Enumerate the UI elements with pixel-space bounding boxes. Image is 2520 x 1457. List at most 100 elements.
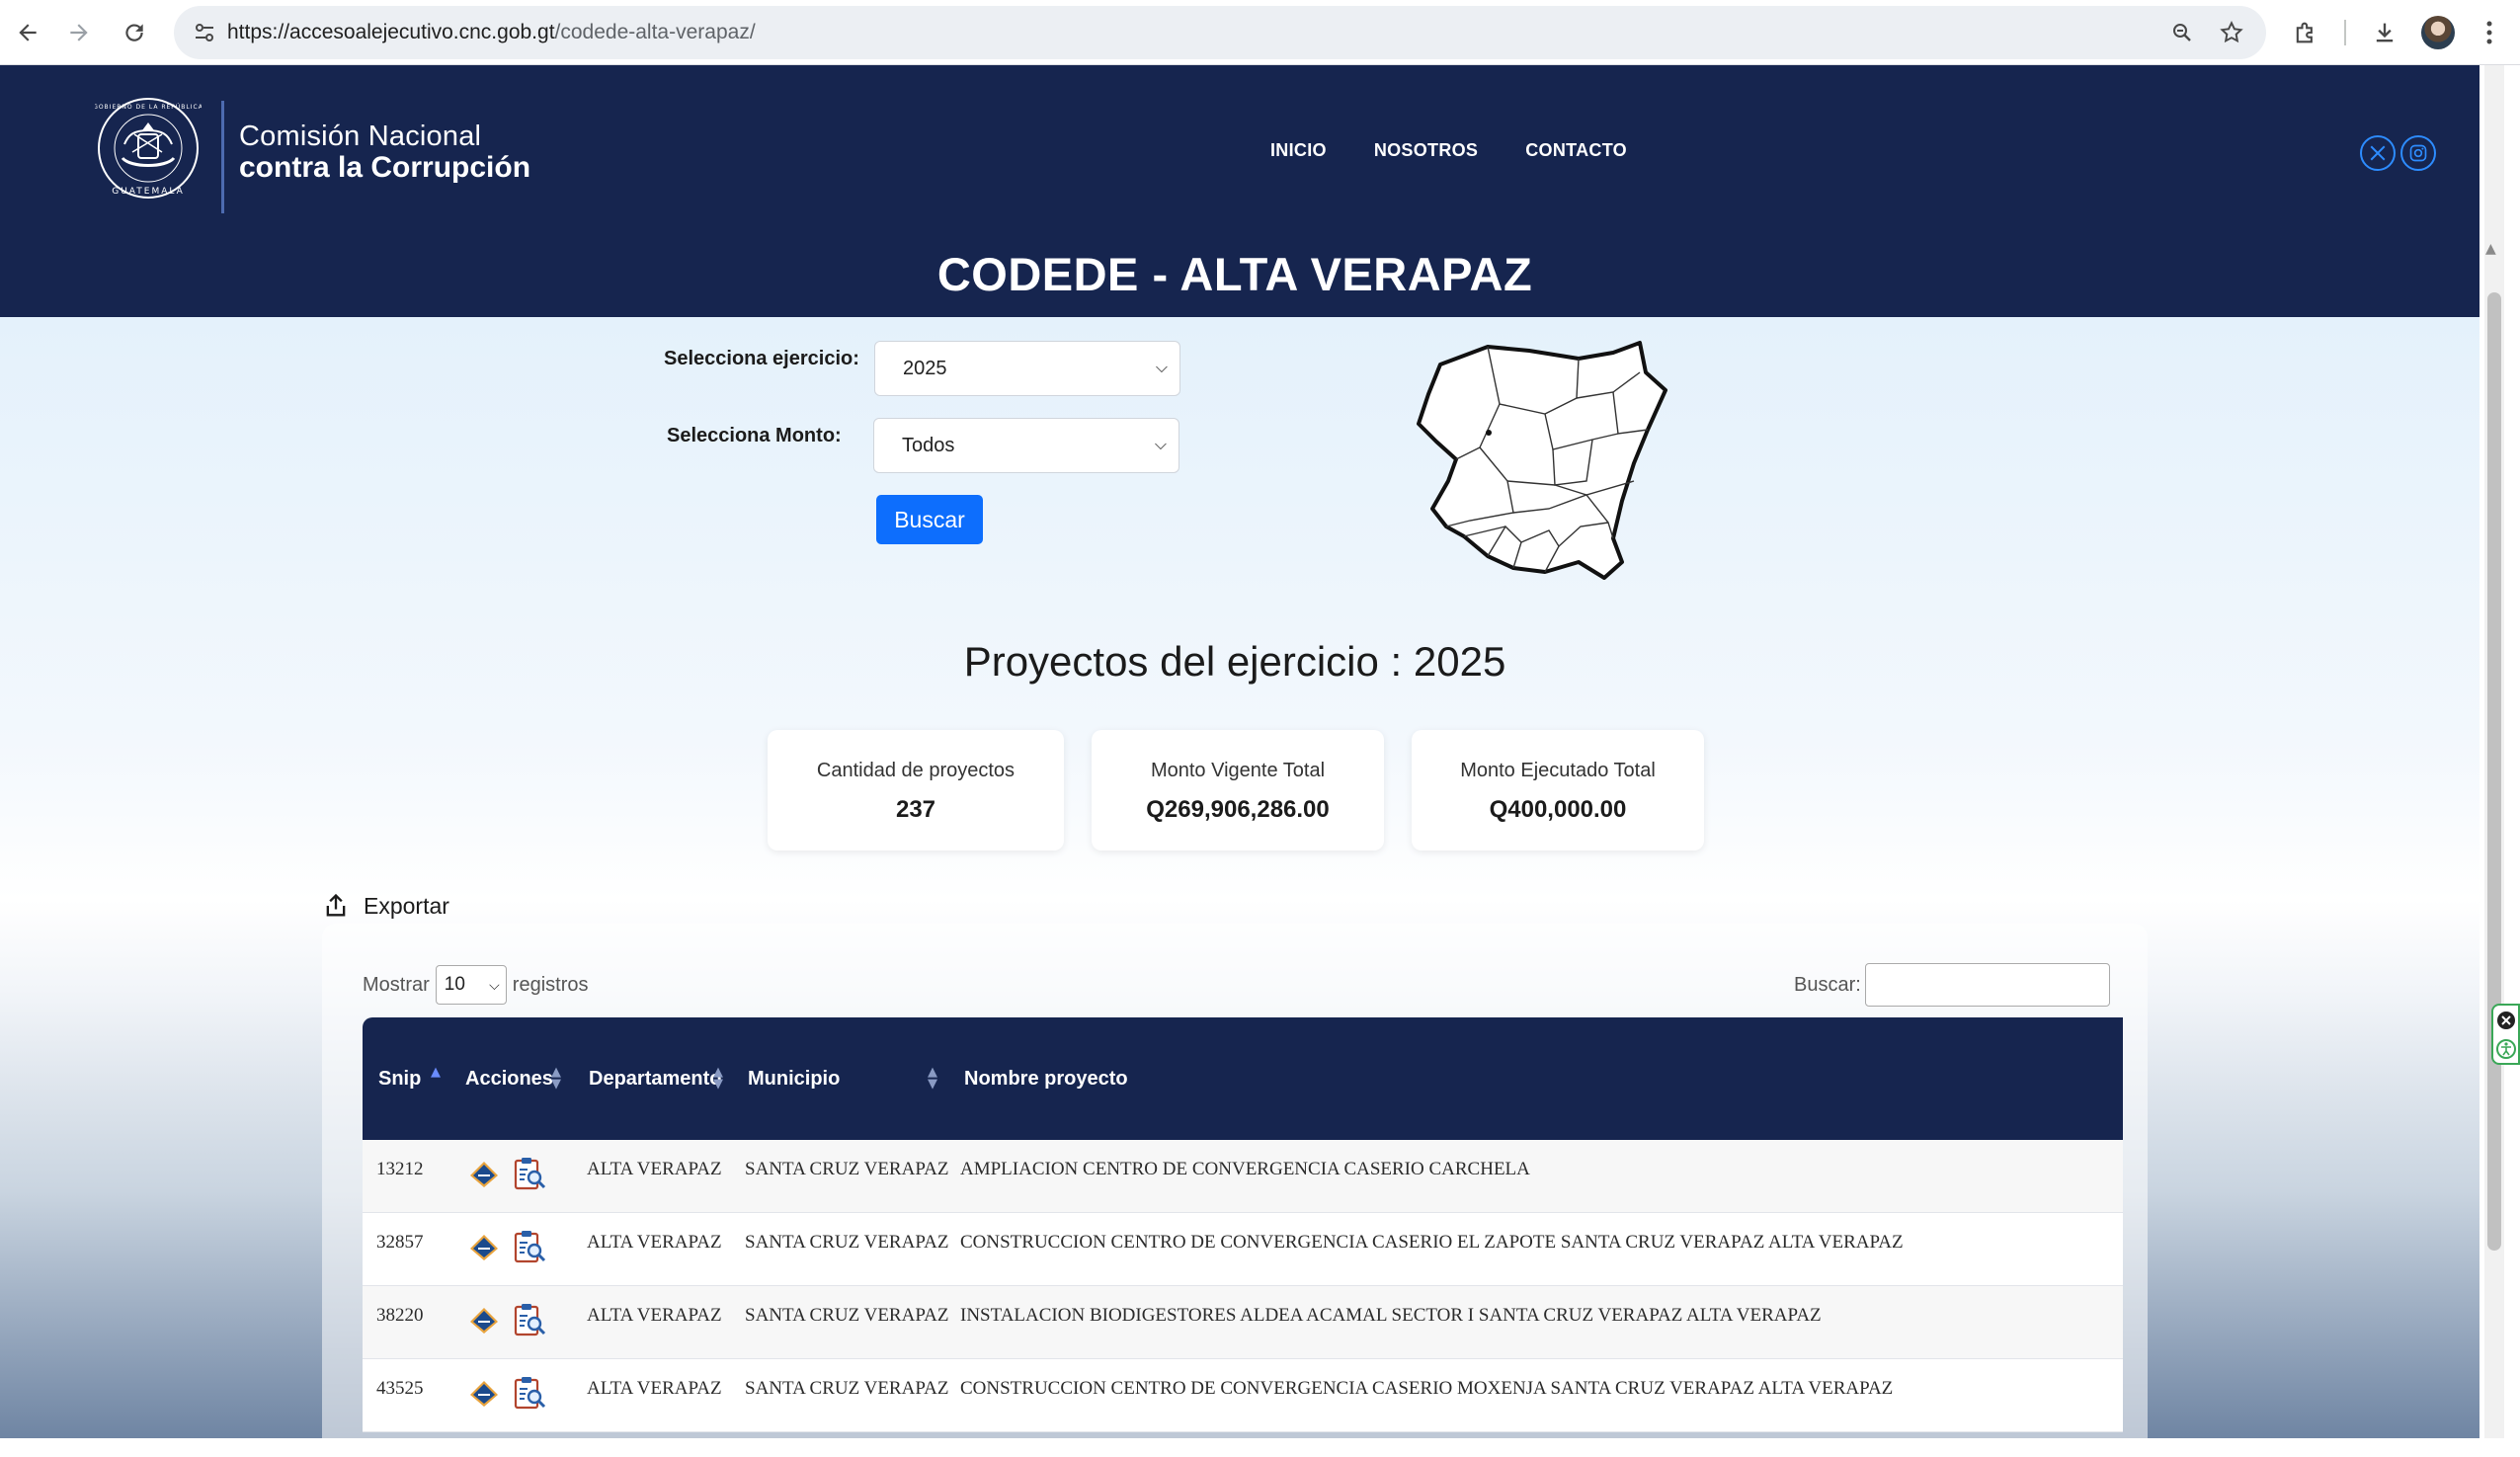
length-control: Mostrar 10 ⌵ registros: [363, 965, 589, 1005]
alta-verapaz-map[interactable]: [1411, 333, 1743, 596]
share-export-icon: [326, 893, 346, 917]
profile-avatar[interactable]: [2416, 11, 2460, 54]
table-row: 13212 ALTA VERAPAZ SANTA CRUZ VERAPAZ AM…: [363, 1140, 2123, 1213]
back-arrow-icon[interactable]: [8, 13, 47, 52]
monto-select[interactable]: Todos ⌵: [873, 418, 1179, 473]
avatar: [2421, 16, 2455, 49]
chevron-down-icon: ⌵: [1154, 437, 1167, 453]
table-search-input[interactable]: [1864, 963, 2110, 1007]
stat-card-cantidad: Cantidad de proyectos 237: [768, 730, 1064, 850]
cell-snip: 43525: [376, 1378, 424, 1399]
logo-line-1: Comisión Nacional: [239, 121, 482, 152]
cell-departamento: ALTA VERAPAZ: [587, 1305, 722, 1326]
chevron-down-icon: ⌵: [1155, 360, 1168, 376]
table-row: 43525 ALTA VERAPAZ SANTA CRUZ VERAPAZ CO…: [363, 1359, 2123, 1432]
download-icon[interactable]: [2363, 11, 2406, 54]
stat-value: Q269,906,286.00: [1146, 796, 1330, 823]
url-path: /codede-alta-verapaz/: [554, 21, 756, 43]
accessibility-icon[interactable]: [2494, 1037, 2518, 1061]
column-header-municipio[interactable]: Municipio: [748, 1017, 840, 1140]
page-length-value: 10: [444, 974, 465, 995]
column-header-acciones[interactable]: Acciones: [465, 1017, 553, 1140]
column-header-departamento[interactable]: Departamento: [589, 1017, 721, 1140]
show-label: Mostrar: [363, 973, 430, 996]
clipboard-search-icon[interactable]: [511, 1229, 548, 1266]
logo-line-2: contra la Corrupción: [239, 151, 531, 184]
nav-contacto[interactable]: CONTACTO: [1525, 140, 1627, 161]
nav-inicio[interactable]: INICIO: [1270, 140, 1327, 161]
x-twitter-icon[interactable]: [2360, 135, 2396, 171]
site-header: GOBIERNO DE LA REPÚBLICA GUATEMALA Comis…: [0, 65, 2479, 317]
clipboard-search-icon[interactable]: [511, 1302, 548, 1339]
diamond-sign-icon[interactable]: [465, 1156, 503, 1193]
site-logo-text[interactable]: Comisión Nacional contra la Corrupción: [239, 122, 530, 183]
diamond-sign-icon[interactable]: [465, 1375, 503, 1413]
instagram-icon[interactable]: [2400, 135, 2436, 171]
page-length-select[interactable]: 10 ⌵: [435, 965, 507, 1005]
column-header-snip[interactable]: Snip: [378, 1017, 421, 1140]
extensions-puzzle-icon[interactable]: [2284, 11, 2327, 54]
scroll-up-arrow-icon[interactable]: ▲: [2485, 241, 2496, 257]
table-search-control: Buscar:: [1794, 963, 2110, 1007]
cell-departamento: ALTA VERAPAZ: [587, 1232, 722, 1253]
kebab-menu-icon[interactable]: [2468, 11, 2511, 54]
clipboard-search-icon[interactable]: [511, 1375, 548, 1413]
clipboard-search-icon[interactable]: [511, 1156, 548, 1193]
cell-nombre: AMPLIACION CENTRO DE CONVERGENCIA CASERI…: [960, 1159, 1530, 1179]
zoom-icon[interactable]: [2163, 14, 2201, 51]
diamond-sign-icon[interactable]: [465, 1229, 503, 1266]
search-label: Buscar:: [1794, 973, 1861, 996]
sort-asc-icon: ▲: [431, 1065, 441, 1080]
url-host: https://accesoalejecutivo.cnc.gob.gt: [227, 21, 555, 43]
cell-departamento: ALTA VERAPAZ: [587, 1159, 722, 1179]
bookmark-star-icon[interactable]: [2213, 14, 2250, 51]
sort-icon: ▲ ▼: [928, 1065, 937, 1092]
records-label: registros: [512, 973, 589, 996]
export-label: Exportar: [364, 892, 449, 919]
address-bar[interactable]: https://accesoalejecutivo.cnc.gob.gt/cod…: [174, 6, 2266, 59]
close-circle-icon[interactable]: [2494, 1009, 2518, 1032]
toolbar-divider: [2344, 20, 2346, 45]
guatemala-seal-icon[interactable]: GOBIERNO DE LA REPÚBLICA GUATEMALA: [95, 95, 202, 202]
diamond-sign-icon[interactable]: [465, 1302, 503, 1339]
site-settings-icon[interactable]: [186, 14, 223, 51]
monto-label: Selecciona Monto:: [667, 425, 842, 446]
chevron-down-icon: ⌵: [489, 977, 500, 993]
ejercicio-selected-value: 2025: [903, 358, 947, 379]
table-row: 32857 ALTA VERAPAZ SANTA CRUZ VERAPAZ CO…: [363, 1213, 2123, 1286]
cell-municipio: SANTA CRUZ VERAPAZ: [745, 1232, 949, 1253]
section-title: Proyectos del ejercicio : 2025: [963, 638, 1506, 685]
nav-nosotros[interactable]: NOSOTROS: [1374, 140, 1478, 161]
url-text[interactable]: https://accesoalejecutivo.cnc.gob.gt/cod…: [227, 6, 756, 59]
ejercicio-label: Selecciona ejercicio:: [664, 348, 859, 369]
export-button[interactable]: Exportar: [322, 892, 449, 920]
main-navigation: INICIO NOSOTROS CONTACTO: [1270, 140, 1627, 161]
monto-selected-value: Todos: [902, 435, 955, 456]
table-row: 38220 ALTA VERAPAZ SANTA CRUZ VERAPAZ IN…: [363, 1286, 2123, 1359]
cell-departamento: ALTA VERAPAZ: [587, 1378, 722, 1399]
stat-card-monto-vigente: Monto Vigente Total Q269,906,286.00: [1092, 730, 1384, 850]
stat-value: 237: [895, 796, 936, 823]
cell-municipio: SANTA CRUZ VERAPAZ: [745, 1159, 949, 1179]
page-title: CODEDE - ALTA VERAPAZ: [936, 248, 1533, 300]
seal-top-text: GOBIERNO DE LA REPÚBLICA: [95, 104, 202, 111]
sort-icon: ▲ ▼: [551, 1065, 561, 1092]
scrollbar-thumb[interactable]: [2487, 292, 2501, 1251]
reload-icon[interactable]: [115, 13, 154, 52]
seal-bottom-text: GUATEMALA: [112, 187, 185, 197]
column-header-nombre[interactable]: Nombre proyecto: [964, 1017, 1128, 1140]
page-scrollbar[interactable]: ▲: [2481, 65, 2520, 1438]
forward-arrow-icon[interactable]: [59, 13, 99, 52]
cell-municipio: SANTA CRUZ VERAPAZ: [745, 1378, 949, 1399]
browser-toolbar: https://accesoalejecutivo.cnc.gob.gt/cod…: [0, 0, 2520, 65]
stat-label: Monto Vigente Total: [1150, 760, 1326, 781]
buscar-button[interactable]: Buscar: [876, 495, 983, 544]
cell-municipio: SANTA CRUZ VERAPAZ: [745, 1305, 949, 1326]
stat-card-monto-ejecutado: Monto Ejecutado Total Q400,000.00: [1412, 730, 1704, 850]
stat-label: Cantidad de proyectos: [816, 760, 1016, 781]
sort-icon: ▲ ▼: [713, 1065, 723, 1092]
stat-value: Q400,000.00: [1489, 796, 1627, 823]
cell-nombre: CONSTRUCCION CENTRO DE CONVERGENCIA CASE…: [960, 1232, 1904, 1253]
ejercicio-select[interactable]: 2025 ⌵: [874, 341, 1180, 396]
accessibility-widget[interactable]: [2491, 1004, 2520, 1065]
